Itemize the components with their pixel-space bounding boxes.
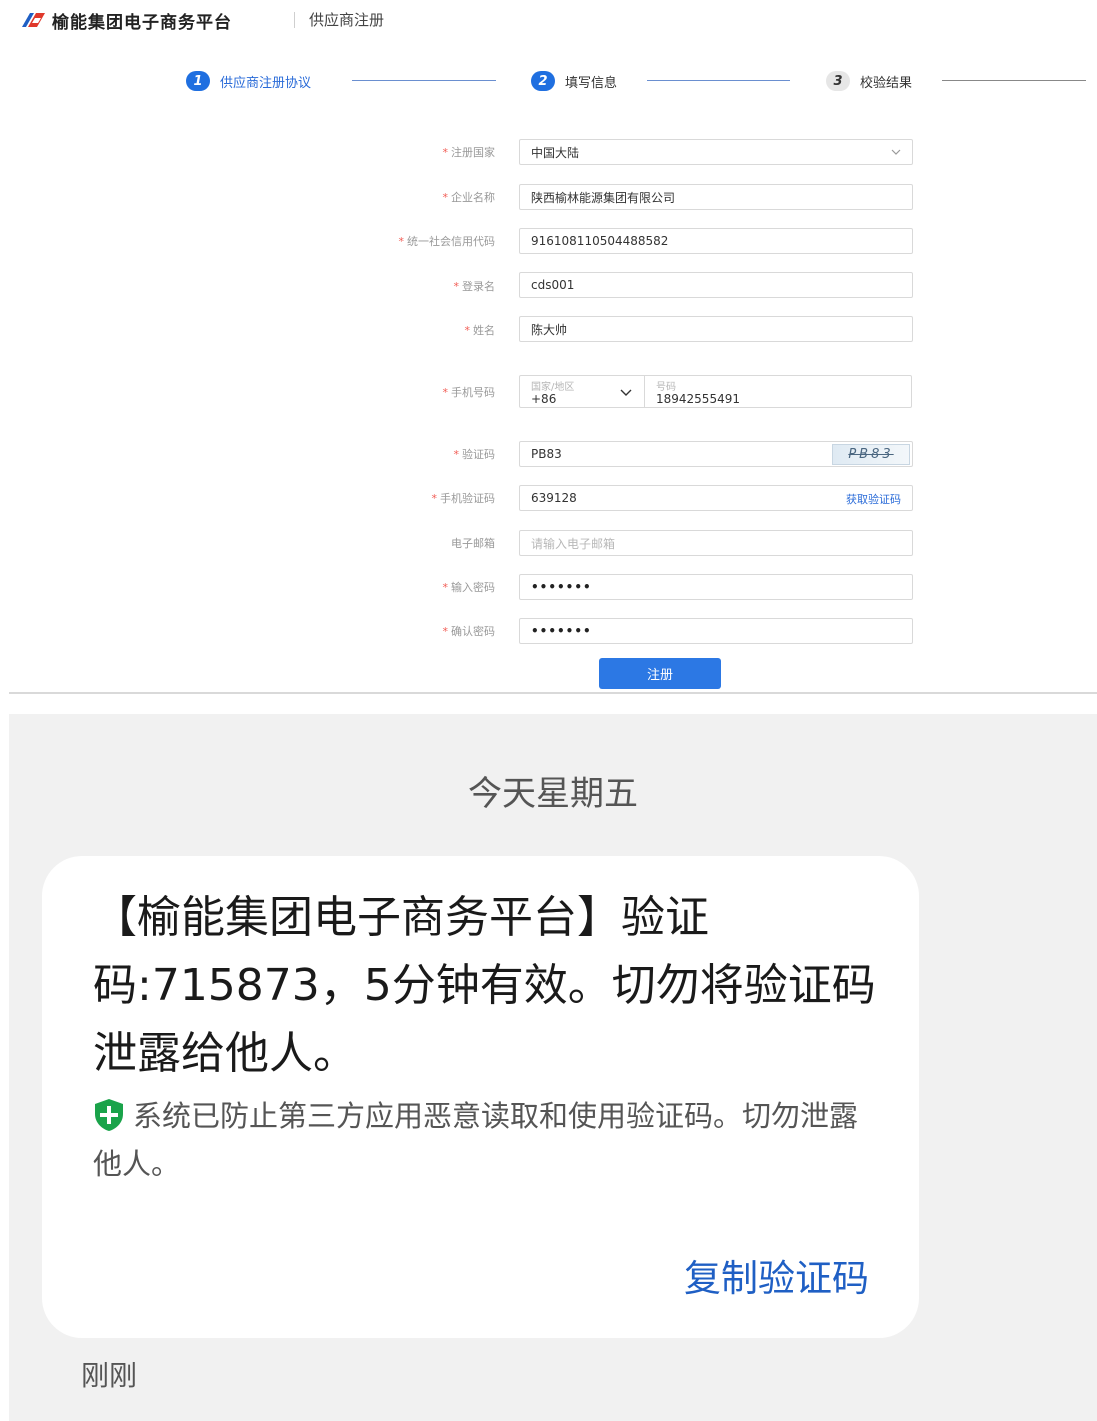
email-input[interactable]: 请输入电子邮箱 (519, 530, 913, 556)
password-label: * 输入密码 (442, 581, 496, 594)
login-name-input[interactable]: cds001 (519, 272, 913, 298)
phone-field: 国家/地区 +86 号码 18942555491 (519, 375, 912, 408)
sms-security-notice: 系统已防止第三方应用恶意读取和使用验证码。切勿泄露他人。 (93, 1092, 883, 1188)
phone-country-select[interactable]: 国家/地区 +86 (520, 376, 644, 407)
phone-number-value: 18942555491 (656, 392, 740, 406)
person-name-label: * 姓名 (464, 324, 496, 337)
password-value: ••••••• (531, 580, 592, 594)
step-3: 3 校验结果 (826, 70, 912, 92)
sms-code-input[interactable]: 639128 获取验证码 (519, 485, 913, 511)
password-input[interactable]: ••••••• (519, 574, 913, 600)
captcha-label: * 验证码 (453, 448, 496, 461)
step-2-number: 2 (531, 71, 555, 91)
chevron-down-icon (891, 149, 901, 155)
email-placeholder: 请输入电子邮箱 (531, 536, 616, 551)
captcha-value: PB83 (531, 447, 562, 461)
sms-timestamp: 刚刚 (81, 1359, 138, 1392)
step-connector-3 (942, 80, 1086, 81)
section-divider (9, 692, 1097, 694)
credit-code-input[interactable]: 916108110504488582 (519, 228, 913, 254)
login-name-label: * 登录名 (453, 280, 496, 293)
captcha-input[interactable]: PB83 PB83 (519, 441, 913, 467)
confirm-password-value: ••••••• (531, 624, 592, 638)
sms-screenshot: 今天星期五 【榆能集团电子商务平台】验证码:715873，5分钟有效。切勿将验证… (9, 714, 1097, 1421)
phone-country-value: +86 (531, 392, 557, 406)
step-1-number: 1 (186, 71, 210, 91)
shield-check-icon (95, 1099, 123, 1131)
get-code-link[interactable]: 获取验证码 (846, 491, 901, 507)
step-connector-1 (352, 80, 496, 81)
step-1-label: 供应商注册协议 (220, 75, 312, 91)
sms-code-value: 639128 (531, 491, 577, 505)
credit-code-label: * 统一社会信用代码 (398, 235, 496, 248)
step-3-label: 校验结果 (860, 75, 913, 91)
sms-bubble: 【榆能集团电子商务平台】验证码:715873，5分钟有效。切勿将验证码泄露给他人… (42, 856, 919, 1338)
country-select[interactable]: 中国大陆 (519, 139, 913, 165)
company-name-value: 陕西榆林能源集团有限公司 (531, 190, 676, 205)
phone-number-input[interactable]: 号码 18942555491 (645, 376, 911, 407)
sms-notice-text: 系统已防止第三方应用恶意读取和使用验证码。切勿泄露他人。 (93, 1099, 859, 1181)
brand-logo-icon[interactable] (20, 10, 46, 28)
phone-number-caption: 号码 (656, 382, 676, 393)
page-title: 供应商注册 (309, 11, 385, 29)
confirm-password-label: * 确认密码 (442, 625, 496, 638)
register-button[interactable]: 注册 (599, 658, 721, 689)
company-label: * 企业名称 (442, 191, 496, 204)
country-label: * 注册国家 (442, 146, 496, 159)
login-name-value: cds001 (531, 278, 575, 292)
top-header: 榆能集团电子商务平台 供应商注册 (0, 0, 1097, 40)
email-label: 电子邮箱 (451, 537, 495, 550)
captcha-image[interactable]: PB83 (832, 444, 910, 465)
copy-code-button[interactable]: 复制验证码 (684, 1248, 869, 1302)
brand-name[interactable]: 榆能集团电子商务平台 (52, 8, 232, 33)
person-name-input[interactable]: 陈大帅 (519, 316, 913, 342)
step-3-number: 3 (826, 71, 850, 91)
person-name-value: 陈大帅 (531, 322, 568, 337)
confirm-password-input[interactable]: ••••••• (519, 618, 913, 644)
company-name-input[interactable]: 陕西榆林能源集团有限公司 (519, 184, 913, 210)
sms-message-body: 【榆能集团电子商务平台】验证码:715873，5分钟有效。切勿将验证码泄露给他人… (93, 892, 876, 1079)
phone-label: * 手机号码 (442, 386, 496, 399)
sms-day-header: 今天星期五 (468, 774, 638, 814)
step-1: 1 供应商注册协议 (186, 70, 311, 92)
chevron-down-icon (620, 389, 632, 396)
sms-code-label: * 手机验证码 (431, 492, 496, 505)
step-2: 2 填写信息 (531, 70, 617, 92)
step-2-label: 填写信息 (565, 75, 618, 91)
header-divider (294, 12, 295, 28)
country-value: 中国大陆 (531, 145, 580, 160)
step-connector-2 (647, 80, 790, 81)
phone-country-caption: 国家/地区 (531, 382, 575, 393)
credit-code-value: 916108110504488582 (531, 234, 669, 248)
